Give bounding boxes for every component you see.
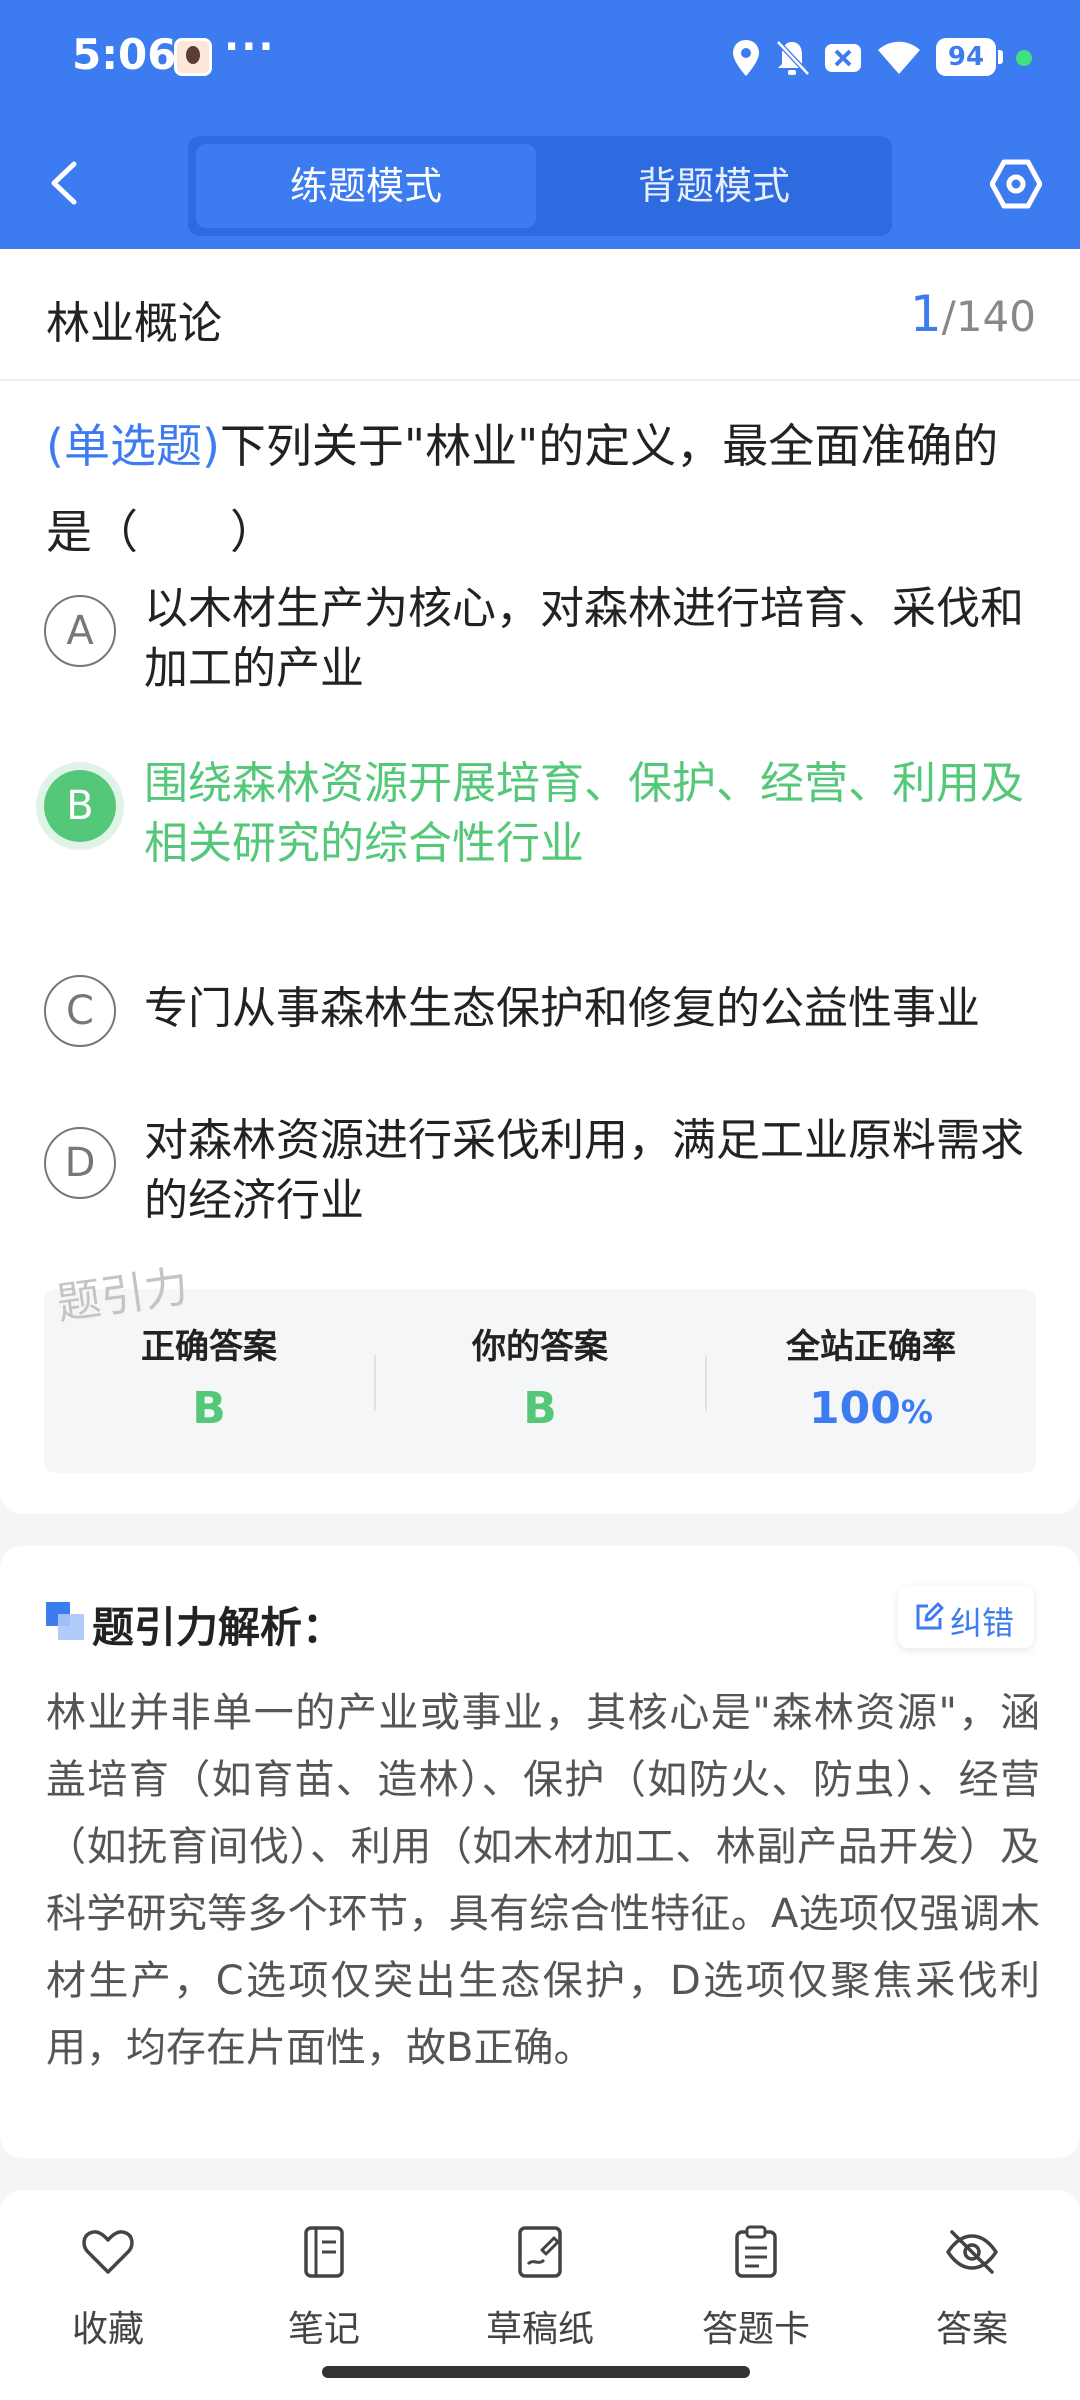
correct-rate-value: 100% (706, 1383, 1036, 1434)
nav-draft[interactable]: 草稿纸 (460, 2224, 620, 2354)
report-error-label: 纠错 (950, 1604, 1015, 1642)
heart-icon (82, 2230, 134, 2274)
question-stem: (单选题)下列关于"林业"的定义，最全面准确的是（ ） (46, 403, 1038, 575)
option-text: 围绕森林资源开展培育、保护、经营、利用及相关研究的综合性行业 (144, 758, 1024, 869)
question-type: (单选题) (46, 419, 220, 473)
clipboard-icon (735, 2225, 777, 2278)
nav-answer[interactable]: 答案 (892, 2224, 1052, 2354)
avatar-icon (174, 38, 212, 76)
wifi-icon (878, 41, 920, 74)
eye-off-icon (946, 2230, 998, 2274)
option-letter: B (44, 770, 116, 842)
bell-off-icon (776, 40, 810, 76)
subject-row: 林业概论 1/140 (0, 249, 1080, 381)
settings-hex-icon[interactable] (990, 158, 1042, 210)
tab-memorize-mode[interactable]: 背题模式 (544, 144, 884, 228)
nav-label: 答案 (935, 2309, 1008, 2350)
draft-pen-icon (518, 2226, 562, 2278)
report-error-button[interactable]: 纠错 (898, 1586, 1034, 1648)
progress-current: 1 (909, 285, 942, 343)
subject-title: 林业概论 (46, 298, 222, 349)
chevron-left-icon[interactable] (44, 158, 84, 208)
analysis-body: 林业并非单一的产业或事业，其核心是"森林资源"，涵盖培育（如育苗、造林）、保护（… (46, 1690, 1040, 2071)
nav-notes[interactable]: 笔记 (244, 2224, 404, 2354)
nav-label: 收藏 (71, 2309, 144, 2350)
analysis-card: 题引力解析： 纠错 林业并非单一的产业或事业，其核心是"森林资源"，涵盖培育（如… (0, 1546, 1080, 2158)
nav-label: 笔记 (287, 2309, 360, 2350)
your-answer-value: B (523, 1383, 557, 1434)
your-answer-col: 你的答案 B (375, 1289, 705, 1473)
tab-practice-mode[interactable]: 练题模式 (196, 144, 536, 228)
option-letter: A (44, 595, 116, 667)
nav-favorite[interactable]: 收藏 (28, 2224, 188, 2354)
option-text: 专门从事森林生态保护和修复的公益性事业 (144, 983, 980, 1034)
correct-answer-value: B (192, 1383, 226, 1434)
option-letter: C (44, 975, 116, 1047)
privacy-dot-icon (1016, 50, 1032, 66)
analysis-title: 题引力解析： (92, 1603, 345, 1652)
mode-switch: 练题模式 背题模式 (188, 136, 892, 236)
question-card: 林业概论 1/140 (单选题)下列关于"林业"的定义，最全面准确的是（ ） A… (0, 249, 1080, 1514)
option-text: 对森林资源进行采伐利用，满足工业原料需求的经济行业 (144, 1115, 1024, 1226)
correct-rate-unit: % (900, 1393, 933, 1431)
nav-label: 答题卡 (701, 2309, 810, 2350)
home-indicator[interactable] (322, 2366, 750, 2378)
analysis-squares-icon (46, 1602, 84, 1640)
status-dots: ··· (224, 24, 276, 70)
notebook-icon (304, 2226, 344, 2278)
edit-icon (916, 1602, 944, 1630)
your-answer-label: 你的答案 (472, 1327, 608, 1367)
top-header: 5:06 ··· 94 练题模式 背题模式 (0, 0, 1080, 249)
question-progress: 1/140 (910, 285, 1036, 343)
answer-summary: 正确答案 B 你的答案 B 全站正确率 100% (44, 1289, 1036, 1473)
correct-rate-col: 全站正确率 100% (706, 1289, 1036, 1473)
nav-answer-sheet[interactable]: 答题卡 (676, 2224, 836, 2354)
location-icon (733, 40, 759, 76)
option-letter: D (44, 1127, 116, 1199)
battery-icon: 94 (936, 38, 1003, 76)
nav-label: 草稿纸 (485, 2309, 594, 2350)
correct-rate-label: 全站正确率 (786, 1327, 956, 1367)
option-text: 以木材生产为核心，对森林进行培育、采伐和加工的产业 (144, 583, 1024, 694)
status-time: 5:06 (72, 30, 177, 79)
close-badge-icon (825, 44, 861, 72)
progress-total: /140 (941, 292, 1036, 341)
status-bar: 5:06 ··· 94 (0, 0, 1080, 118)
correct-rate-number: 100 (809, 1383, 901, 1434)
